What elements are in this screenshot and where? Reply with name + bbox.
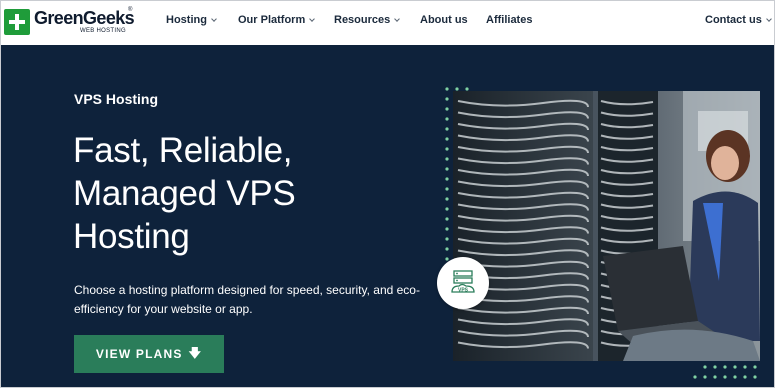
server-room-photo [453,91,760,361]
nav-item-label: Contact us [705,14,762,26]
decorative-dot [445,97,449,101]
nav-item-about-us[interactable]: About us [420,14,468,26]
decorative-dot [445,87,449,91]
plus-logo-icon [4,9,30,35]
vps-badge: VPS [437,257,489,309]
hero-headline: Fast, Reliable, Managed VPS Hosting [73,129,433,258]
chevron-down-icon [309,15,316,22]
decorative-dot [723,375,727,379]
logo-registered-mark: ® [128,7,133,13]
hero-headline-line: Managed VPS [73,174,296,213]
nav-item-label: About us [420,14,468,26]
decorative-dot [703,375,707,379]
decorative-dot [733,365,737,369]
decorative-dot [445,217,449,221]
decorative-dot [723,365,727,369]
nav-item-contact-us[interactable]: Contact us [705,14,772,26]
chevron-down-icon [394,15,401,22]
chevron-down-icon [211,15,217,22]
decorative-dot [713,375,717,379]
logo-wordmark: GreenGeeks ® WEB HOSTING [34,7,135,37]
decorative-dot [445,227,449,231]
decorative-dot [753,365,757,369]
vps-badge-text: VPS [458,288,469,294]
decorative-dot [445,177,449,181]
hero-section: VPS Hosting Fast, Reliable, Managed VPS … [1,45,774,387]
view-plans-button[interactable]: VIEW PLANS 🡇 [74,335,224,373]
decorative-dot [743,375,747,379]
decorative-dot [445,157,449,161]
decorative-dot [445,117,449,121]
nav-item-our-platform[interactable]: Our Platform [238,14,316,26]
nav-item-label: Resources [334,14,391,26]
hero-description: Choose a hosting platform designed for s… [74,283,420,316]
hero-headline-line: Fast, Reliable, [73,131,293,170]
nav-item-label: Our Platform [238,14,306,26]
greengeeks-logo[interactable]: GreenGeeks ® WEB HOSTING [4,7,135,37]
nav-item-label: Hosting [166,14,207,26]
decorative-dot [445,197,449,201]
top-navigation: GreenGeeks ® WEB HOSTING Hosting Our Pla… [1,1,774,45]
nav-item-label: Affiliates [486,14,533,26]
decorative-dot [445,187,449,191]
decorative-dot [753,375,757,379]
logo-name: GreenGeeks [34,8,135,28]
decorative-dot [445,207,449,211]
decorative-dot [445,127,449,131]
vps-server-icon: VPS [451,270,475,294]
nav-item-hosting[interactable]: Hosting [166,14,217,26]
chevron-down-icon [766,15,772,22]
hero-headline-line: Hosting [73,217,190,256]
view-plans-label: VIEW PLANS [95,347,183,361]
decorative-dot [693,375,697,379]
decorative-dot [743,365,747,369]
decorative-dot [445,137,449,141]
decorative-dot [445,167,449,171]
decorative-dot [445,147,449,151]
decorative-dot [703,365,707,369]
decorative-dot [445,237,449,241]
decorative-dot [445,247,449,251]
nav-item-resources[interactable]: Resources [334,14,401,26]
arrow-down-icon: 🡇 [188,345,203,360]
nav-item-affiliates[interactable]: Affiliates [486,14,532,26]
decorative-dot [733,375,737,379]
decorative-dot [713,365,717,369]
logo-subtitle: WEB HOSTING [80,28,126,34]
hero-eyebrow: VPS Hosting [74,91,159,107]
decorative-dot [445,107,449,111]
